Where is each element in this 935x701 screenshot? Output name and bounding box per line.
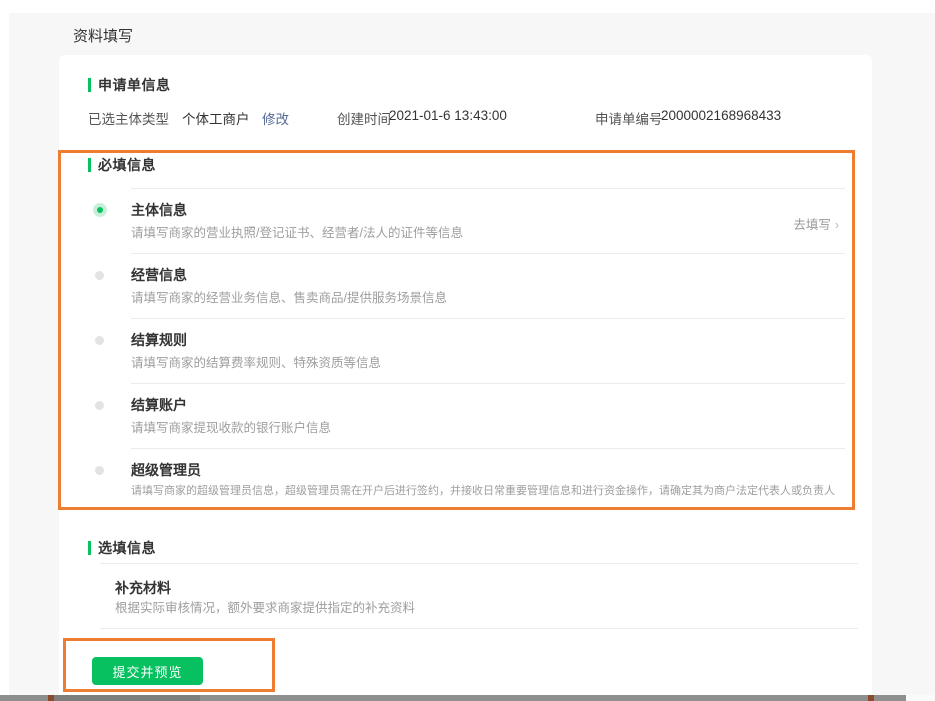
strip-segment xyxy=(200,695,868,701)
divider xyxy=(100,563,858,564)
subject-type-label: 已选主体类型 xyxy=(88,112,169,127)
radio-icon xyxy=(95,466,104,475)
strip-segment xyxy=(906,695,935,701)
supplementary-material-title: 补充材料 xyxy=(115,580,171,596)
divider xyxy=(100,628,858,629)
chevron-right-icon: › xyxy=(834,218,839,232)
application-no-value: 2000002168968433 xyxy=(661,108,782,123)
created-time-label: 创建时间 xyxy=(337,112,391,127)
application-info-row: 已选主体类型 个体工商户 修改 创建时间 2021-01-6 13:43:00 … xyxy=(59,108,872,127)
section-marker-bar xyxy=(88,78,91,92)
list-item-super-admin[interactable]: 超级管理员 请填写商家的超级管理员信息，超级管理员需在开户后进行签约，并接收日常… xyxy=(95,448,845,513)
bottom-edge-strip xyxy=(0,695,935,701)
main-card: 申请单信息 已选主体类型 个体工商户 修改 创建时间 2021-01-6 13:… xyxy=(59,55,872,696)
radio-selected-icon xyxy=(93,203,107,217)
radio-icon xyxy=(95,336,104,345)
application-no-label: 申请单编号 xyxy=(595,112,663,127)
section-header-application: 申请单信息 xyxy=(88,75,171,95)
strip-segment xyxy=(0,695,48,701)
section-header-optional: 选填信息 xyxy=(88,538,156,558)
supplementary-material-desc: 根据实际审核情况，额外要求商家提供指定的补充资料 xyxy=(115,601,416,615)
subject-type-value: 个体工商户 xyxy=(182,112,250,127)
strip-segment xyxy=(874,695,906,701)
modify-link[interactable]: 修改 xyxy=(262,108,289,128)
section-header-required: 必填信息 xyxy=(88,155,156,175)
created-time-value: 2021-01-6 13:43:00 xyxy=(389,108,507,123)
go-fill-link[interactable]: 去填写 › xyxy=(793,214,839,233)
radio-icon xyxy=(95,271,104,280)
list-item-subject-info[interactable]: 主体信息 请填写商家的营业执照/登记证书、经营者/法人的证件等信息 去填写 › xyxy=(93,188,845,253)
required-items-list: 主体信息 请填写商家的营业执照/登记证书、经营者/法人的证件等信息 去填写 › 经… xyxy=(59,188,872,513)
section-marker-bar xyxy=(88,541,91,555)
list-item-settlement-rules[interactable]: 结算规则 请填写商家的结算费率规则、特殊资质等信息 xyxy=(95,318,845,383)
radio-icon xyxy=(95,401,104,410)
strip-segment xyxy=(54,695,200,701)
section-marker-bar xyxy=(88,158,91,172)
list-item-business-info[interactable]: 经营信息 请填写商家的经营业务信息、售卖商品/提供服务场景信息 xyxy=(95,253,845,318)
list-item-settlement-account[interactable]: 结算账户 请填写商家提现收款的银行账户信息 xyxy=(95,383,845,448)
page-title: 资料填写 xyxy=(73,28,134,45)
submit-preview-button[interactable]: 提交并预览 xyxy=(92,657,203,685)
